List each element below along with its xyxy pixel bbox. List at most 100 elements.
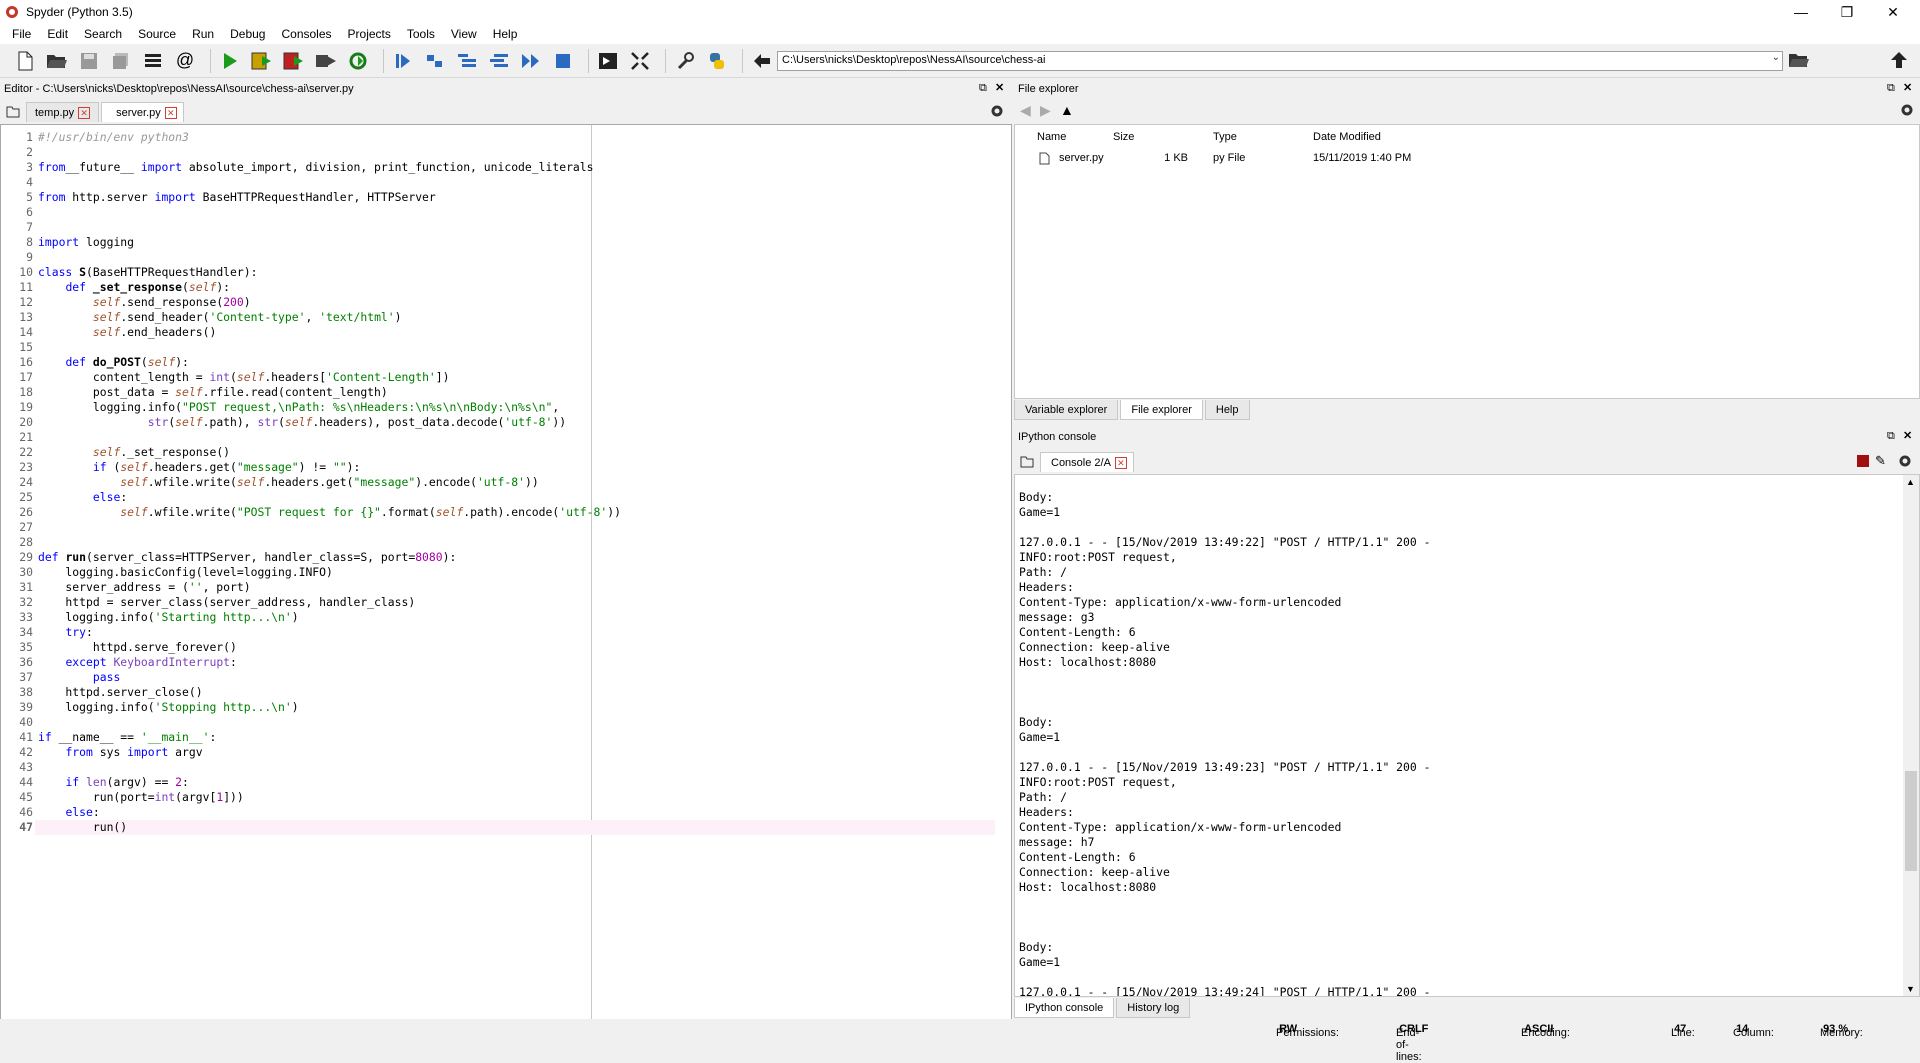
python-path-icon[interactable] [704,48,730,74]
continue-icon[interactable] [518,48,544,74]
line-number: 24 [19,475,33,489]
menu-file[interactable]: File [4,27,39,41]
close-tab-icon[interactable]: ✕ [1114,456,1127,469]
close-window-icon[interactable]: ✕ [1870,0,1916,24]
step-icon[interactable] [422,48,448,74]
open-file-icon[interactable] [44,48,70,74]
line-number: 8 [26,235,33,249]
line-number: 28 [19,535,33,549]
run-icon[interactable] [217,48,243,74]
menu-source[interactable]: Source [130,27,184,41]
menu-run[interactable]: Run [184,27,222,41]
console-line: Game=1 [1019,730,1061,744]
close-pane-icon[interactable]: ✕ [1903,81,1912,94]
scroll-up-icon[interactable]: ▲ [1906,477,1915,487]
preferences-wrench-icon[interactable] [672,48,698,74]
console-line: Path: / [1019,790,1068,804]
run-cell-advance-icon[interactable] [281,48,307,74]
tab-help[interactable]: Help [1204,400,1250,420]
run-cell-icon[interactable] [249,48,275,74]
line-number: 44 [19,775,33,789]
debug-icon[interactable] [390,48,416,74]
minimize-icon[interactable]: — [1778,0,1824,24]
editor-options-gear-icon[interactable] [990,104,1004,121]
stop-kernel-icon[interactable] [1857,455,1869,467]
window-title: Spyder (Python 3.5) [26,5,133,19]
column-header-name[interactable]: Name [1037,131,1066,143]
file-explorer-toolbar: ◀ ▶ ▲ [1014,100,1920,122]
browse-tabs-icon[interactable] [1014,452,1040,472]
close-pane-icon[interactable]: ✕ [995,81,1004,94]
column-header-size[interactable]: Size [1113,131,1134,143]
list-icon[interactable] [140,48,166,74]
line-number: 18 [19,385,33,399]
code-line: else: [92,490,128,504]
menu-view[interactable]: View [443,27,485,41]
tab-server-py[interactable]: server.py ✕ [101,102,184,122]
console-line: Body: [1019,940,1054,954]
working-directory-input[interactable]: C:\Users\nicks\Desktop\repos\NessAI\sour… [777,51,1783,71]
console-options-gear-icon[interactable] [1898,454,1912,471]
upper-right-tab-bar: Variable explorer File explorer Help [1014,400,1252,420]
menu-projects[interactable]: Projects [340,27,399,41]
clear-console-icon[interactable]: ✎ [1875,453,1886,469]
tab-variable-explorer[interactable]: Variable explorer [1014,400,1119,420]
back-arrow-icon[interactable] [749,48,775,74]
tab-file-explorer[interactable]: File explorer [1120,400,1203,420]
menu-edit[interactable]: Edit [39,27,76,41]
menu-help[interactable]: Help [485,27,526,41]
step-return-icon[interactable] [486,48,512,74]
tab-temp-py[interactable]: temp.py ✕ [26,102,100,122]
fullscreen-icon[interactable] [627,48,653,74]
close-tab-icon[interactable]: ✕ [164,106,177,119]
parent-dir-up-icon[interactable] [1890,51,1908,72]
undock-icon[interactable]: ⧉ [1887,82,1895,95]
save-icon[interactable] [76,48,102,74]
new-file-icon[interactable] [12,48,38,74]
restore-icon[interactable]: ❐ [1824,0,1870,24]
at-icon[interactable]: @ [172,48,198,74]
console-line: Headers: [1019,580,1074,594]
undock-icon[interactable]: ⧉ [1887,430,1895,443]
menu-tools[interactable]: Tools [399,27,443,41]
status-eol: End-of-lines: CRLF [1396,1023,1429,1063]
close-pane-icon[interactable]: ✕ [1903,429,1912,442]
forward-circle-icon[interactable]: ▶ [1040,102,1051,119]
ipython-console-output[interactable]: Body: Game=1 127.0.0.1 - - [15/Nov/2019 1… [1014,474,1920,997]
back-circle-icon[interactable]: ◀ [1020,102,1031,119]
close-tab-icon[interactable]: ✕ [78,106,91,119]
line-number: 34 [19,625,33,639]
line-number: 35 [19,640,33,654]
rerun-icon[interactable] [345,48,371,74]
save-all-icon[interactable] [108,48,134,74]
undock-icon[interactable]: ⧉ [979,82,987,95]
maximize-pane-icon[interactable] [595,48,621,74]
line-number: 16 [19,355,33,369]
step-into-icon[interactable] [454,48,480,74]
chevron-down-icon[interactable]: ⌄ [1772,52,1780,63]
stop-debug-icon[interactable] [550,48,576,74]
line-number: 42 [19,745,33,759]
browse-tabs-icon[interactable] [0,102,26,122]
line-number: 45 [19,790,33,804]
menu-consoles[interactable]: Consoles [273,27,339,41]
tab-ipython-console[interactable]: IPython console [1014,998,1115,1018]
file-explorer-gear-icon[interactable] [1900,103,1914,120]
column-header-type[interactable]: Type [1213,131,1237,143]
code-line: run(port=int(argv[1])) [38,790,244,804]
tab-console-2a[interactable]: Console 2/A ✕ [1040,452,1134,472]
scrollbar-thumb[interactable] [1905,771,1917,871]
tab-history-log[interactable]: History log [1116,998,1191,1018]
browse-folder-icon[interactable] [1788,51,1810,72]
console-scrollbar[interactable]: ▲ ▼ [1903,475,1919,996]
up-circle-icon[interactable]: ▲ [1060,102,1074,118]
code-line: logging.basicConfig(level=logging.INFO) [38,565,333,579]
run-selection-icon[interactable] [313,48,339,74]
column-header-date-modified[interactable]: Date Modified [1313,131,1381,143]
menu-search[interactable]: Search [76,27,130,41]
status-column: Column: 14 [1733,1023,1774,1039]
scroll-down-icon[interactable]: ▼ [1906,984,1915,994]
menu-debug[interactable]: Debug [222,27,273,41]
code-editor[interactable]: 1 #!/usr/bin/env python3 2 3 from__future__ … [0,124,1012,1020]
